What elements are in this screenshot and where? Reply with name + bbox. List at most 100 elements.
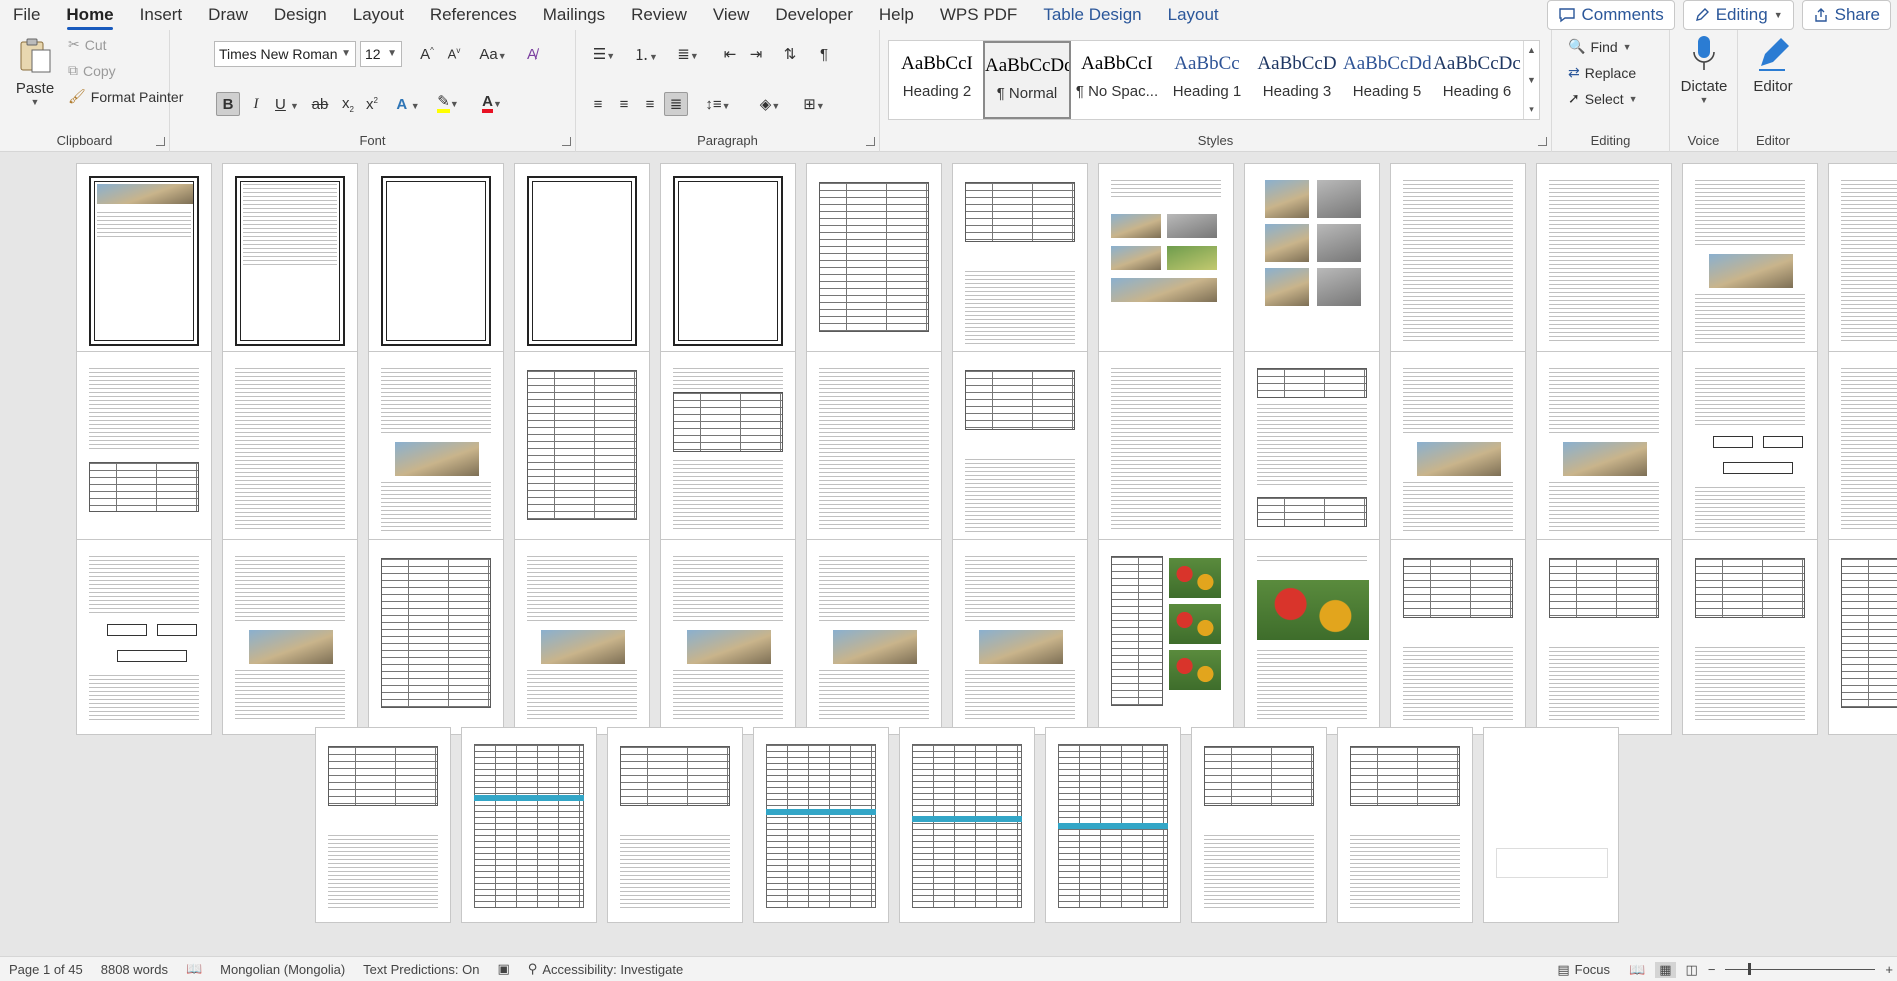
accessibility-button[interactable]: ⚲ Accessibility: Investigate	[519, 961, 692, 977]
page-thumbnail[interactable]	[1098, 539, 1234, 735]
borders-button[interactable]: ⊞▼	[796, 92, 832, 116]
align-right-button[interactable]: ≡	[638, 92, 662, 116]
zoom-in-icon[interactable]: +	[1885, 962, 1893, 977]
font-color-button[interactable]: A ▼	[474, 92, 510, 116]
page-thumbnail[interactable]	[899, 727, 1035, 923]
page-thumbnail[interactable]	[806, 351, 942, 547]
page-thumbnail[interactable]	[1244, 539, 1380, 735]
page-thumbnail[interactable]	[368, 163, 504, 359]
style-tile[interactable]: AaBbCcI Heading 2	[893, 41, 981, 119]
page-thumbnail[interactable]	[660, 539, 796, 735]
editing-mode-button[interactable]: Editing ▼	[1682, 0, 1794, 30]
copy-button[interactable]: ⧉ Copy	[68, 62, 116, 79]
select-button[interactable]: ➚ Select ▼	[1568, 90, 1638, 107]
page-thumbnail[interactable]	[1536, 539, 1672, 735]
strikethrough-button[interactable]: ab	[308, 92, 332, 116]
page-thumbnail[interactable]	[76, 351, 212, 547]
page-thumbnail[interactable]	[1536, 163, 1672, 359]
tab-layout-contextual[interactable]: Layout	[1155, 0, 1232, 30]
chevron-down-icon[interactable]: ▼	[1527, 75, 1536, 85]
line-spacing-button[interactable]: ↕≡▼	[700, 92, 736, 116]
text-effects-button[interactable]: A ▼	[392, 92, 424, 116]
page-thumbnail[interactable]	[1682, 539, 1818, 735]
page-thumbnail[interactable]	[315, 727, 451, 923]
page-thumbnail[interactable]	[1828, 351, 1897, 547]
tab-table-design-contextual[interactable]: Table Design	[1030, 0, 1154, 30]
dictate-button[interactable]: Dictate ▼	[1674, 34, 1734, 105]
language-button[interactable]: Mongolian (Mongolia)	[211, 962, 354, 977]
format-painter-button[interactable]: 🖌 Format Painter	[68, 88, 183, 105]
font-size-combo[interactable]: 12 ▼	[360, 41, 402, 67]
cut-button[interactable]: ✂ Cut	[68, 36, 107, 53]
page-thumbnail[interactable]	[1244, 163, 1380, 359]
page-thumbnail[interactable]	[514, 163, 650, 359]
page-thumbnail[interactable]	[806, 539, 942, 735]
page-thumbnail[interactable]	[76, 163, 212, 359]
style-tile[interactable]: AaBbCcDc Heading 6	[1433, 41, 1521, 119]
tab-help[interactable]: Help	[866, 0, 927, 30]
page-indicator[interactable]: Page 1 of 45	[0, 962, 92, 977]
page-thumbnail[interactable]	[806, 163, 942, 359]
paragraph-launcher-icon[interactable]	[866, 137, 875, 146]
page-thumbnail[interactable]	[1682, 351, 1818, 547]
justify-button[interactable]: ≣	[664, 92, 688, 116]
text-predictions-button[interactable]: Text Predictions: On	[354, 962, 488, 977]
increase-indent-button[interactable]: ⇥	[744, 42, 768, 66]
page-thumbnail[interactable]	[1536, 351, 1672, 547]
gallery-scroll[interactable]: ▲ ▼ ▾	[1523, 41, 1539, 119]
page-thumbnail[interactable]	[753, 727, 889, 923]
grow-font-button[interactable]: A^	[415, 42, 439, 66]
page-thumbnail[interactable]	[222, 539, 358, 735]
style-tile[interactable]: AaBbCcDd Heading 5	[1343, 41, 1431, 119]
italic-button[interactable]: I	[244, 92, 268, 116]
change-case-button[interactable]: Aa▼	[475, 42, 511, 66]
page-thumbnail[interactable]	[76, 539, 212, 735]
style-tile[interactable]: AaBbCc Heading 1	[1163, 41, 1251, 119]
page-thumbnail[interactable]	[461, 727, 597, 923]
tab-wps-pdf[interactable]: WPS PDF	[927, 0, 1030, 30]
tab-layout[interactable]: Layout	[340, 0, 417, 30]
page-thumbnail[interactable]	[952, 539, 1088, 735]
more-styles-icon[interactable]: ▾	[1529, 104, 1534, 115]
bullets-button[interactable]: ☰▼	[586, 42, 622, 66]
highlight-button[interactable]: ✎ ▼	[430, 92, 466, 116]
web-layout-icon[interactable]: ◫	[1686, 962, 1698, 978]
replace-button[interactable]: ⇄ Replace	[1568, 64, 1636, 81]
shading-button[interactable]: ◈▼	[752, 92, 788, 116]
page-thumbnail[interactable]	[1483, 727, 1619, 923]
tab-mailings[interactable]: Mailings	[530, 0, 618, 30]
focus-button[interactable]: ▤ Focus	[1548, 962, 1619, 978]
page-thumbnail[interactable]	[1191, 727, 1327, 923]
page-thumbnail[interactable]	[1828, 163, 1897, 359]
subscript-button[interactable]: x2	[336, 92, 360, 116]
page-thumbnail[interactable]	[1045, 727, 1181, 923]
page-thumbnail[interactable]	[1390, 351, 1526, 547]
styles-launcher-icon[interactable]	[1538, 137, 1547, 146]
read-mode-icon[interactable]: 📖	[1629, 962, 1645, 978]
font-name-combo[interactable]: Times New Roman ▼	[214, 41, 356, 67]
tab-insert[interactable]: Insert	[127, 0, 196, 30]
style-tile[interactable]: AaBbCcD Heading 3	[1253, 41, 1341, 119]
page-thumbnail[interactable]	[1098, 351, 1234, 547]
bold-button[interactable]: B	[216, 92, 240, 116]
tab-design[interactable]: Design	[261, 0, 340, 30]
page-thumbnail[interactable]	[514, 351, 650, 547]
page-thumbnail[interactable]	[368, 351, 504, 547]
page-thumbnail[interactable]	[222, 351, 358, 547]
page-thumbnail[interactable]	[1098, 163, 1234, 359]
page-thumbnail[interactable]	[222, 163, 358, 359]
find-button[interactable]: 🔍 Find ▼	[1568, 38, 1632, 55]
page-thumbnail[interactable]	[1337, 727, 1473, 923]
document-canvas[interactable]	[0, 153, 1897, 956]
tab-file[interactable]: File	[0, 0, 53, 30]
superscript-button[interactable]: x2	[360, 92, 384, 116]
page-thumbnail[interactable]	[1244, 351, 1380, 547]
shrink-font-button[interactable]: Av	[442, 42, 466, 66]
share-button[interactable]: Share	[1801, 0, 1891, 30]
editor-button[interactable]: Editor	[1742, 34, 1804, 95]
clear-formatting-button[interactable]: A̸	[520, 42, 544, 66]
decrease-indent-button[interactable]: ⇤	[718, 42, 742, 66]
word-count[interactable]: 8808 words	[92, 962, 177, 977]
comments-button[interactable]: Comments	[1546, 0, 1675, 30]
page-thumbnail[interactable]	[514, 539, 650, 735]
